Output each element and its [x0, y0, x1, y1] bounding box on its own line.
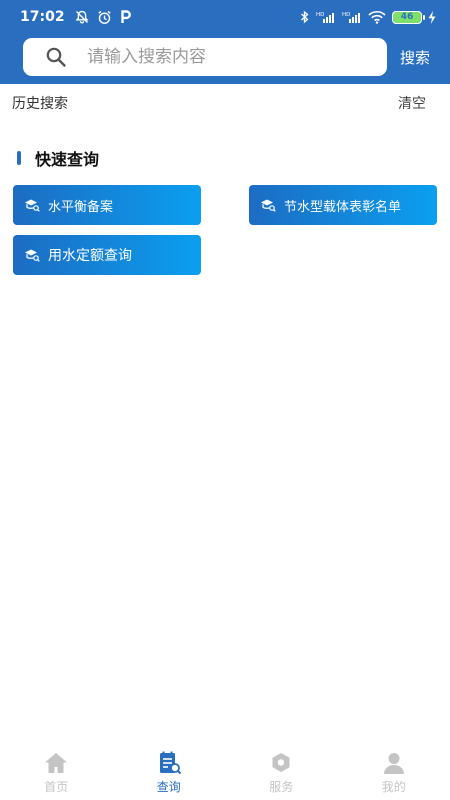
- graduation-cap-search-icon: [25, 249, 40, 262]
- history-title: 历史搜索: [12, 96, 68, 112]
- tab-label: 首页: [44, 779, 69, 794]
- tab-home[interactable]: 首页: [0, 744, 113, 800]
- header: 17:02 HD HD 46 请输入搜索内容 搜索: [0, 0, 450, 84]
- graduation-cap-search-icon: [261, 199, 276, 212]
- network-label-1: HD: [316, 12, 324, 18]
- graduation-cap-search-icon: [25, 199, 40, 212]
- section-accent-bar: [17, 151, 21, 165]
- network-label-2: HD: [342, 12, 350, 18]
- battery-icon: 46: [392, 10, 425, 24]
- service-icon: [272, 752, 290, 772]
- tab-mine[interactable]: 我的: [338, 744, 450, 800]
- clear-history-button[interactable]: 清空: [398, 93, 426, 113]
- status-time: 17:02: [20, 9, 65, 25]
- signal-icon: HD: [342, 10, 362, 24]
- status-bar: 17:02 HD HD 46: [0, 0, 450, 34]
- charging-icon: [428, 10, 436, 24]
- wifi-icon: [368, 10, 386, 24]
- tab-label: 查询: [156, 779, 181, 794]
- quick-query-label: 水平衡备案: [48, 199, 114, 215]
- tab-service[interactable]: 服务: [225, 744, 338, 800]
- quick-query-water-balance-button[interactable]: 水平衡备案: [13, 185, 201, 225]
- query-icon: [159, 751, 181, 774]
- user-icon: [383, 752, 404, 774]
- tab-query[interactable]: 查询: [113, 744, 226, 800]
- search-button[interactable]: 搜索: [400, 47, 430, 68]
- search-bar: 搜索: [0, 34, 450, 80]
- notification-off-icon: [75, 10, 89, 24]
- history-section: 历史搜索 清空: [0, 84, 450, 122]
- quick-query-title: 快速查询: [35, 150, 100, 169]
- alarm-icon: [97, 10, 112, 25]
- parking-icon: [120, 10, 132, 24]
- bluetooth-icon: [300, 10, 310, 24]
- bottom-tab-bar: 首页 查询 服务 我的: [0, 744, 450, 800]
- quick-query-header: 快速查询: [17, 146, 99, 170]
- tab-label: 我的: [381, 779, 406, 794]
- quick-query-label: 用水定额查询: [48, 248, 132, 264]
- quick-query-water-saving-list-button[interactable]: 节水型载体表彰名单: [249, 185, 437, 225]
- search-input[interactable]: [87, 47, 347, 67]
- home-icon: [45, 752, 68, 773]
- signal-icon: HD: [316, 10, 336, 24]
- quick-query-water-quota-button[interactable]: 用水定额查询: [13, 235, 201, 275]
- search-box[interactable]: [23, 38, 387, 76]
- quick-query-label: 节水型载体表彰名单: [284, 199, 402, 215]
- tab-label: 服务: [269, 779, 294, 794]
- search-icon: [46, 47, 66, 67]
